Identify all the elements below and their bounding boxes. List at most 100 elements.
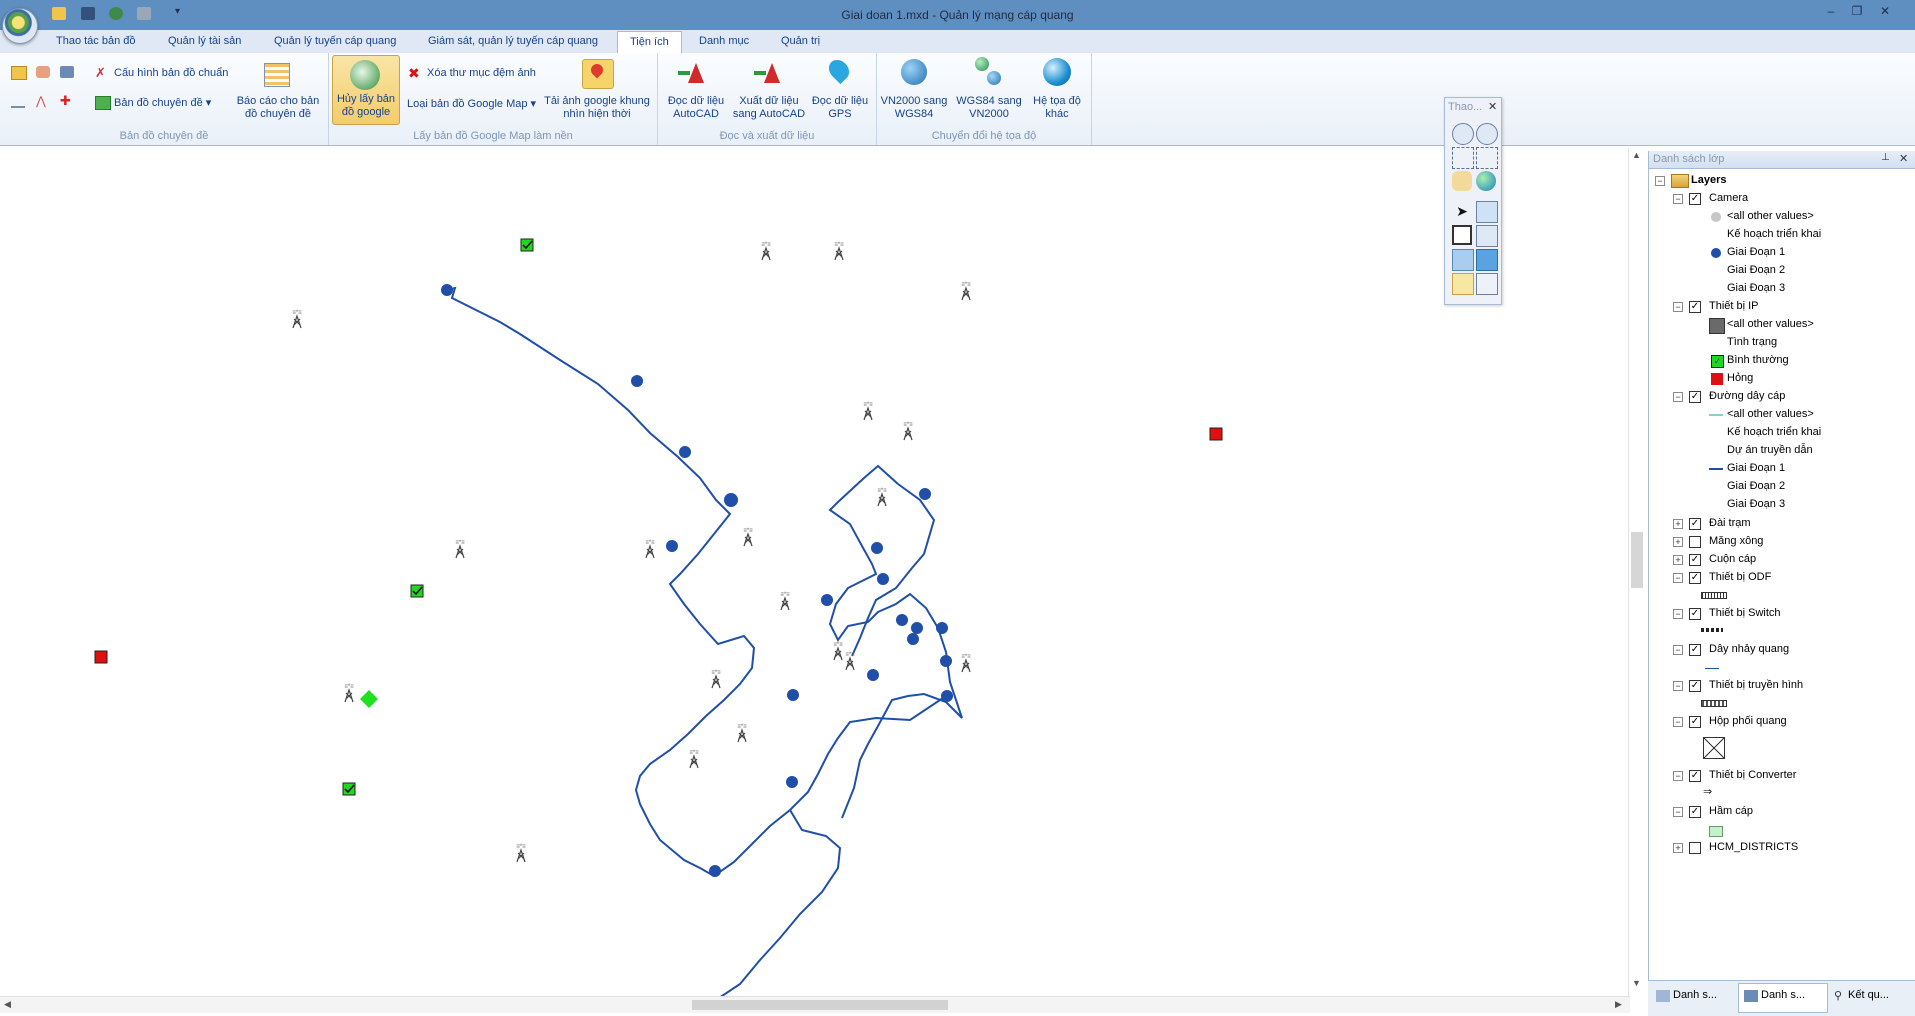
select-features-icon[interactable] [1476, 201, 1498, 223]
tab-layer-list-1[interactable]: Danh s... [1673, 989, 1717, 1001]
tower-marker[interactable] [515, 843, 527, 863]
minimize-button[interactable]: – [1823, 4, 1839, 18]
layer-odf[interactable]: Thiết bị ODF [1709, 569, 1771, 585]
tab-catalog[interactable]: Danh mục [699, 35, 749, 47]
config-standard-map-button[interactable]: Cấu hình bản đồ chuẩn [114, 67, 228, 79]
wgs84-to-vn2000-button[interactable]: WGS84 sang VN2000 [953, 95, 1025, 121]
app-menu-button[interactable] [2, 8, 38, 44]
cable-checkbox[interactable]: ✓ [1689, 391, 1701, 403]
patch-checkbox[interactable]: ✓ [1689, 644, 1701, 656]
layer-distribution-box[interactable]: Hộp phối quang [1709, 713, 1787, 729]
edit-note-icon[interactable] [1452, 273, 1474, 295]
measure-icon[interactable] [1476, 225, 1498, 247]
expand-layers-icon[interactable]: − [1655, 176, 1665, 186]
expand-station-icon[interactable]: + [1673, 519, 1683, 529]
tower-marker[interactable] [343, 683, 355, 703]
close-icon[interactable]: ✕ [1899, 152, 1908, 165]
layer-select-icon[interactable] [1452, 249, 1474, 271]
station-checkbox[interactable]: ✓ [1689, 518, 1701, 530]
thematic-report-button[interactable]: Báo cáo cho bản đồ chuyên đề [232, 95, 324, 121]
layer-hcm-districts[interactable]: HCM_DISTRICTS [1709, 839, 1798, 855]
manhole-checkbox[interactable]: ✓ [1689, 806, 1701, 818]
tab-utilities[interactable]: Tiện ích [617, 31, 682, 53]
converter-marker[interactable] [360, 690, 378, 708]
tower-marker[interactable] [832, 641, 844, 661]
expand-switch-icon[interactable]: − [1673, 609, 1683, 619]
duct-checkbox[interactable] [1689, 536, 1701, 548]
full-extent-icon[interactable] [1452, 147, 1474, 169]
map-horizontal-scrollbar[interactable]: ◀ ▶ [0, 996, 1630, 1013]
layer-manhole[interactable]: Hầm cáp [1709, 803, 1753, 819]
restore-button[interactable]: ❐ [1849, 4, 1865, 18]
expand-tv-icon[interactable]: − [1673, 681, 1683, 691]
tower-marker[interactable] [688, 749, 700, 769]
expand-coil-icon[interactable]: + [1673, 555, 1683, 565]
expand-converter-icon[interactable]: − [1673, 771, 1683, 781]
zoom-out-icon[interactable] [1476, 123, 1498, 145]
layer-camera[interactable]: Camera [1709, 190, 1748, 206]
pan-hand-icon[interactable] [1452, 171, 1472, 191]
expand-manhole-icon[interactable]: − [1673, 807, 1683, 817]
tab-monitoring[interactable]: Giám sát, quản lý tuyến cáp quang [428, 35, 598, 47]
fixed-zoom-icon[interactable] [1476, 147, 1498, 169]
zoom-in-icon[interactable] [1452, 123, 1474, 145]
ip-device-broken[interactable] [94, 650, 108, 664]
close-icon[interactable]: ✕ [1488, 100, 1497, 113]
tab-search-results[interactable]: Kết qu... [1848, 989, 1889, 1001]
line-icon[interactable] [11, 96, 25, 108]
floating-tools-panel[interactable]: Thao... ✕ ➤ [1444, 97, 1502, 305]
expand-cable-icon[interactable]: − [1673, 392, 1683, 402]
download-google-view-button[interactable]: Tải ảnh google khung nhìn hiện thời [539, 95, 655, 121]
map-vertical-scrollbar[interactable]: ▲ ▼ [1628, 148, 1645, 996]
ip-device-ok[interactable] [410, 584, 424, 598]
ip-checkbox[interactable]: ✓ [1689, 301, 1701, 313]
expand-camera-icon[interactable]: − [1673, 194, 1683, 204]
tower-marker[interactable] [844, 651, 856, 671]
close-button[interactable]: ✕ [1877, 4, 1893, 18]
odf-checkbox[interactable]: ✓ [1689, 572, 1701, 584]
identify-icon[interactable] [1452, 225, 1472, 245]
tab-map-operations[interactable]: Thao tác bản đồ [56, 35, 136, 47]
tower-marker[interactable] [454, 539, 466, 559]
style-icon[interactable] [36, 66, 50, 78]
tower-marker[interactable] [960, 653, 972, 673]
cable-branch-loop[interactable] [828, 464, 963, 819]
export-autocad-button[interactable]: Xuất dữ liệu sang AutoCAD [728, 95, 810, 121]
layer-ip-device[interactable]: Thiết bị IP [1709, 298, 1759, 314]
expand-patch-icon[interactable]: − [1673, 645, 1683, 655]
tower-marker[interactable] [742, 527, 754, 547]
cable-route-main[interactable] [446, 286, 947, 878]
tower-marker[interactable] [291, 309, 303, 329]
layer-patch-cord[interactable]: Dây nhảy quang [1709, 641, 1789, 657]
tower-marker[interactable] [760, 241, 772, 261]
layer-station[interactable]: Đài trạm [1709, 515, 1751, 531]
layer-coil[interactable]: Cuộn cáp [1709, 551, 1756, 567]
google-map-type-dropdown[interactable]: Loại bản đồ Google Map ▾ [407, 97, 536, 110]
map-canvas[interactable]: ≡*≡ [0, 148, 1630, 998]
switch-checkbox[interactable]: ✓ [1689, 608, 1701, 620]
expand-odf-icon[interactable]: − [1673, 573, 1683, 583]
clear-cache-button[interactable]: Xóa thư mục đệm ảnh [427, 67, 536, 79]
thematic-map-dropdown[interactable]: Bản đồ chuyên đề ▾ [114, 96, 211, 109]
globe-icon[interactable] [1476, 171, 1496, 191]
tab-cable-route-management[interactable]: Quản lý tuyến cáp quang [274, 35, 396, 47]
coil-checkbox[interactable]: ✓ [1689, 554, 1701, 566]
ip-device-ok[interactable] [342, 782, 356, 796]
quick-access-dropdown-icon[interactable]: ▾ [175, 6, 180, 17]
converter-checkbox[interactable]: ✓ [1689, 770, 1701, 782]
expand-box-icon[interactable]: − [1673, 717, 1683, 727]
read-gps-button[interactable]: Đọc dữ liệu GPS [810, 95, 870, 121]
tower-marker[interactable] [862, 401, 874, 421]
tower-marker[interactable] [960, 281, 972, 301]
layer-duct[interactable]: Măng xông [1709, 533, 1763, 549]
tower-marker[interactable] [710, 669, 722, 689]
vn2000-to-wgs84-button[interactable]: VN2000 sang WGS84 [877, 95, 951, 121]
layer-tv-device[interactable]: Thiết bị truyền hình [1709, 677, 1803, 693]
add-icon[interactable]: ✚ [60, 94, 74, 108]
layer-icon[interactable] [11, 66, 27, 80]
tower-marker[interactable] [779, 591, 791, 611]
tower-marker[interactable] [876, 487, 888, 507]
print-icon[interactable] [137, 7, 151, 20]
tv-checkbox[interactable]: ✓ [1689, 680, 1701, 692]
layer-converter[interactable]: Thiết bị Converter [1709, 767, 1796, 783]
